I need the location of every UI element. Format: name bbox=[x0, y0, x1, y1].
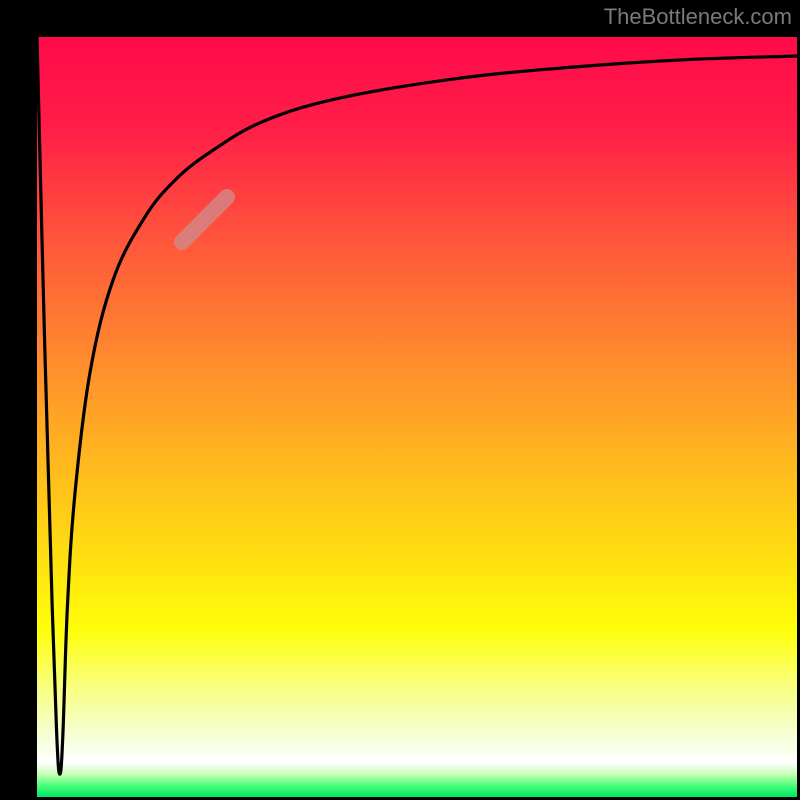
curve-layer bbox=[37, 37, 797, 797]
plot-area bbox=[37, 37, 797, 797]
chart-frame: TheBottleneck.com bbox=[0, 0, 800, 800]
main-curve bbox=[37, 37, 797, 774]
watermark-text: TheBottleneck.com bbox=[604, 4, 792, 30]
highlight-segment bbox=[182, 197, 227, 242]
